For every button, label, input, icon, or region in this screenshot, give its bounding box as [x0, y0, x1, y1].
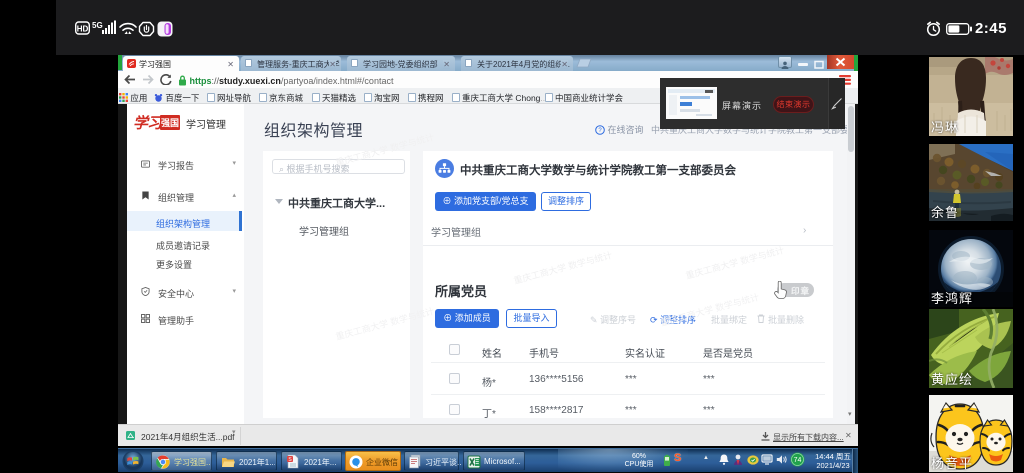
svg-text:5G: 5G [92, 21, 103, 30]
svg-text:74: 74 [794, 457, 802, 464]
svg-text:HD: HD [77, 25, 89, 34]
svg-text:?: ? [598, 128, 602, 134]
